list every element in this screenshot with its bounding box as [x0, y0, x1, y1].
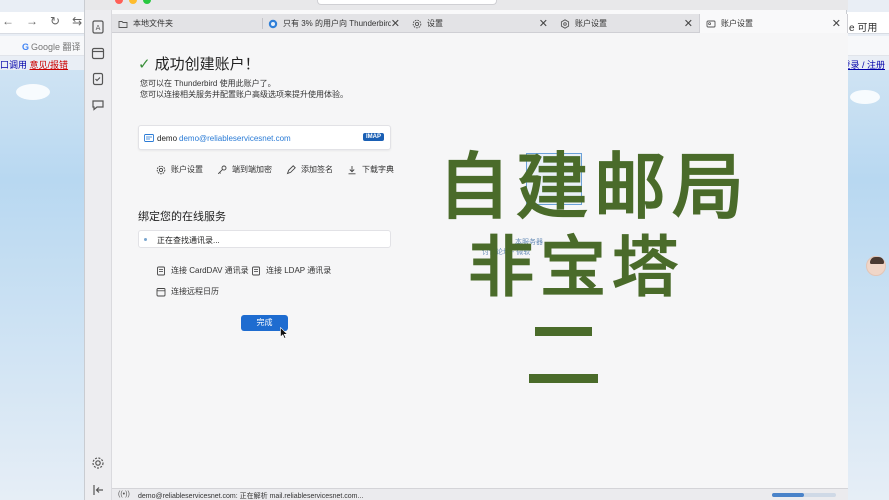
mouse-cursor-icon: [280, 327, 288, 339]
bookmark-translate[interactable]: G Google 翻译: [22, 40, 81, 53]
tasks-icon[interactable]: [91, 72, 105, 86]
close-icon[interactable]: ✕: [832, 17, 841, 30]
address-book-icon[interactable]: A: [91, 20, 105, 34]
address-book-icon: [157, 266, 165, 275]
calendar-icon[interactable]: [91, 46, 105, 60]
forward-icon[interactable]: →: [26, 14, 38, 28]
success-description-1: 您可以在 Thunderbird 使用此账户了。: [140, 79, 276, 88]
close-icon[interactable]: ✕: [391, 17, 400, 30]
section-title: 绑定您的在线服务: [138, 211, 226, 223]
avatar[interactable]: [866, 256, 886, 276]
spinner-icon: [144, 238, 147, 241]
minimize-window-button[interactable]: [129, 0, 137, 4]
back-icon[interactable]: ←: [2, 14, 14, 28]
page-title: ✓ 成功创建账户！: [138, 55, 260, 74]
tab-account-settings[interactable]: 账户设置 ✕: [554, 14, 699, 33]
overlay-dash-bottom: [529, 374, 598, 383]
window-controls: [115, 0, 151, 4]
check-icon: ✓: [138, 55, 151, 73]
progress-bar-fill: [772, 493, 804, 497]
tab-local-folders[interactable]: 本地文件夹: [112, 14, 262, 33]
cloud-decoration: [16, 84, 50, 100]
account-actions: 账户设置 端到端加密 添加签名 下载字典: [156, 164, 394, 175]
maximize-window-button[interactable]: [143, 0, 151, 4]
feedback-link[interactable]: 意见/报错: [30, 60, 69, 70]
activity-icon: ((•)): [118, 491, 130, 498]
address-book-icon: [252, 266, 260, 275]
status-bar: ((•)) demo@reliableservicesnet.com: 正在解析…: [112, 488, 848, 500]
success-description-2: 您可以连接相关服务并配置账户高级选项来提升使用体验。: [140, 90, 348, 99]
download-icon: [348, 165, 356, 174]
gear-icon: [156, 165, 166, 174]
settings-gear-icon[interactable]: [91, 456, 105, 470]
titlebar: [85, 0, 848, 10]
tab-thunderbird-donation[interactable]: 只有 3% 的用户向 Thunderbird 提供... ✕: [262, 14, 406, 33]
overlay-title-line-2: 非宝塔: [468, 229, 684, 306]
close-window-button[interactable]: [115, 0, 123, 4]
google-icon: G: [22, 42, 30, 52]
settings-icon: [560, 18, 570, 29]
cloud-decoration: [850, 90, 880, 104]
chat-icon[interactable]: [91, 98, 105, 112]
pen-icon: [286, 164, 296, 174]
account-settings-button[interactable]: 账户设置: [156, 164, 203, 175]
connect-ldap-button[interactable]: 连接 LDAP 通讯录: [251, 265, 331, 276]
account-name: demo: [157, 134, 178, 143]
spaces-toolbar: A: [85, 10, 112, 500]
gear-icon: [412, 19, 422, 29]
protocol-badge: IMAP: [363, 133, 384, 141]
tab-account-settings-active[interactable]: 账户设置 ✕: [699, 14, 848, 33]
collapse-sidebar-icon[interactable]: [91, 483, 105, 497]
progress-bar: [772, 493, 836, 497]
browser-nav: ← → ↻ ⇆: [2, 14, 82, 28]
status-text: demo@reliableservicesnet.com: 正在解析 mail.…: [138, 493, 364, 500]
left-links: 口调用 意见/报错: [0, 60, 69, 70]
account-settings-icon: [706, 19, 716, 29]
overlay-dash-top: [535, 327, 592, 336]
tune-icon[interactable]: ⇆: [72, 14, 82, 28]
reload-icon[interactable]: ↻: [50, 14, 60, 28]
close-icon[interactable]: ✕: [539, 17, 548, 30]
mail-account-icon: [144, 134, 154, 142]
browser-right-text: e 可用: [849, 23, 878, 34]
calendar-icon: [156, 287, 166, 296]
download-dictionary-button[interactable]: 下载字典: [347, 164, 394, 175]
account-card: demo demo@reliableservicesnet.com IMAP: [138, 125, 391, 150]
connect-calendar-button[interactable]: 连接远程日历: [156, 286, 219, 297]
e2e-encryption-button[interactable]: 端到端加密: [217, 164, 272, 175]
login-link[interactable]: 登录 / 注册: [841, 58, 885, 71]
tab-bar: 本地文件夹 只有 3% 的用户向 Thunderbird 提供... ✕ 设置 …: [112, 14, 848, 33]
folder-icon: [118, 19, 128, 29]
tab-settings[interactable]: 设置 ✕: [406, 14, 554, 33]
account-email: demo@reliableservicesnet.com: [179, 134, 291, 143]
thunderbird-window: A 本地文件夹 只有 3% 的用户向 Thunderbird 提供... ✕: [84, 0, 848, 500]
connect-carddav-button[interactable]: 连接 CardDAV 通讯录: [156, 265, 249, 276]
svg-text:A: A: [96, 24, 101, 32]
search-input[interactable]: [317, 0, 497, 5]
thunderbird-icon: [268, 19, 278, 29]
add-signature-button[interactable]: 添加签名: [286, 164, 333, 175]
key-icon: [217, 165, 227, 174]
close-icon[interactable]: ✕: [684, 17, 693, 30]
lookup-status: 正在查找通讯录...: [138, 230, 391, 248]
